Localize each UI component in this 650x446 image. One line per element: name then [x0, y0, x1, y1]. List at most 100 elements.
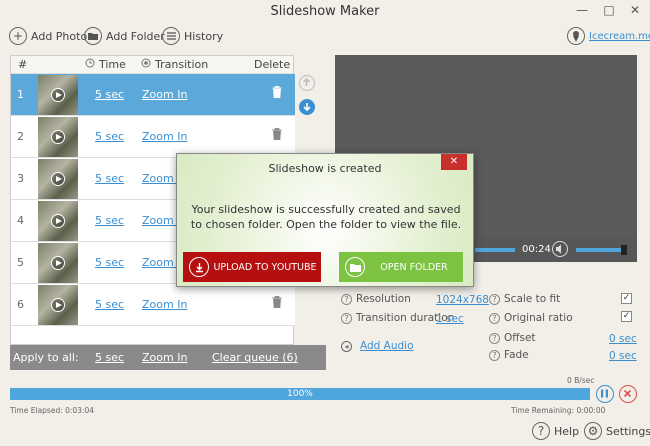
- row-transition-link[interactable]: Zoom In: [142, 298, 187, 311]
- list-item[interactable]: 1 5 sec Zoom In: [11, 74, 295, 116]
- resolution-label: Resolution: [356, 293, 411, 305]
- thumbnail[interactable]: [38, 201, 78, 241]
- close-window-button[interactable]: ✕: [622, 0, 648, 20]
- upload-youtube-button[interactable]: UPLOAD TO YOUTUBE: [183, 252, 321, 282]
- play-icon[interactable]: [51, 88, 65, 102]
- help-icon[interactable]: ?: [489, 312, 500, 324]
- row-time-link[interactable]: 5 sec: [95, 256, 124, 269]
- fade-setting: ? Fade: [489, 349, 529, 361]
- slideshow-created-dialog: Slideshow is created ✕ Your slideshow is…: [176, 153, 474, 287]
- folder-icon: [345, 257, 365, 277]
- list-item[interactable]: 2 5 sec Zoom In: [11, 116, 295, 158]
- clock-icon: [85, 58, 95, 71]
- offset-link[interactable]: 0 sec: [609, 333, 637, 345]
- fade-label: Fade: [504, 349, 529, 361]
- row-transition-link[interactable]: Zoom In: [142, 88, 187, 101]
- close-icon: [623, 389, 632, 398]
- list-item[interactable]: 6 5 sec Zoom In: [11, 284, 295, 326]
- row-time-link[interactable]: 5 sec: [95, 214, 124, 227]
- add-audio-label: Add Audio: [360, 340, 414, 352]
- header-delete: Delete: [254, 58, 291, 71]
- help-button[interactable]: ? Help: [532, 420, 579, 442]
- history-label: History: [184, 29, 224, 43]
- help-icon[interactable]: ?: [489, 349, 500, 361]
- transition-duration-link[interactable]: 1 sec: [436, 313, 464, 325]
- volume-handle[interactable]: [621, 245, 627, 255]
- play-icon[interactable]: [51, 172, 65, 186]
- history-button[interactable]: History: [162, 25, 223, 47]
- header-transition: Transition: [155, 58, 209, 71]
- gear-icon: ⚙: [584, 422, 602, 440]
- trash-icon[interactable]: [272, 128, 282, 140]
- add-folder-button[interactable]: Add Folder: [84, 25, 165, 47]
- folder-icon: [84, 27, 102, 45]
- pause-icon: [601, 389, 608, 398]
- apply-all-label: Apply to all:: [13, 351, 79, 364]
- thumbnail[interactable]: [38, 159, 78, 199]
- row-number: 4: [17, 214, 24, 227]
- seek-bar[interactable]: [475, 248, 515, 252]
- brand-label: Icecream.me: [589, 30, 650, 42]
- resolution-link[interactable]: 1024x768: [436, 294, 489, 306]
- settings-panel: ? Resolution 1024x768 ? Transition durat…: [335, 286, 637, 370]
- thumbnail[interactable]: [38, 285, 78, 325]
- help-icon[interactable]: ?: [489, 293, 500, 305]
- thumbnail[interactable]: [38, 117, 78, 157]
- list-header: # Time Transition Delete: [11, 56, 293, 74]
- settings-button[interactable]: ⚙ Settings: [584, 420, 650, 442]
- thumbnail[interactable]: [38, 75, 78, 115]
- apply-all-time-link[interactable]: 5 sec: [95, 351, 124, 364]
- play-icon[interactable]: [51, 214, 65, 228]
- trash-icon[interactable]: [272, 296, 282, 308]
- settings-label: Settings: [606, 424, 650, 438]
- dialog-message: Your slideshow is successfully created a…: [190, 203, 462, 231]
- header-time: Time: [99, 58, 126, 71]
- help-label: Help: [554, 424, 580, 438]
- volume-icon[interactable]: [552, 241, 568, 257]
- add-audio-button[interactable]: ◂ Add Audio: [341, 340, 414, 352]
- play-icon[interactable]: [51, 130, 65, 144]
- play-icon[interactable]: [51, 298, 65, 312]
- add-photo-button[interactable]: + Add Photo: [9, 25, 87, 47]
- cancel-button[interactable]: [619, 385, 637, 403]
- pause-button[interactable]: [596, 385, 614, 403]
- dialog-close-button[interactable]: ✕: [441, 154, 467, 170]
- clear-queue-link[interactable]: Clear queue (6): [212, 351, 298, 364]
- icecream-icon: [567, 27, 585, 45]
- fade-link[interactable]: 0 sec: [609, 350, 637, 362]
- audio-icon: ◂: [341, 340, 352, 352]
- brand-link[interactable]: Icecream.me: [567, 25, 650, 47]
- scale-setting: ? Scale to fit: [489, 293, 560, 305]
- transition-icon: [141, 58, 151, 71]
- row-transition-link[interactable]: Zoom In: [142, 130, 187, 143]
- help-icon[interactable]: ?: [489, 332, 500, 344]
- plus-icon: +: [9, 27, 27, 45]
- row-time-link[interactable]: 5 sec: [95, 172, 124, 185]
- move-up-button[interactable]: [299, 75, 315, 91]
- row-time-link[interactable]: 5 sec: [95, 130, 124, 143]
- dialog-title: Slideshow is created: [268, 162, 382, 175]
- help-icon[interactable]: ?: [341, 312, 352, 324]
- scale-label: Scale to fit: [504, 293, 561, 305]
- row-time-link[interactable]: 5 sec: [95, 88, 124, 101]
- row-number: 5: [17, 256, 24, 269]
- trash-icon[interactable]: [272, 86, 282, 98]
- play-icon[interactable]: [51, 256, 65, 270]
- scale-checkbox[interactable]: ✓: [621, 293, 632, 304]
- title-bar: Slideshow Maker — □ ✕: [0, 0, 650, 22]
- time-elapsed: Time Elapsed: 0:03:04: [10, 406, 95, 415]
- minimize-button[interactable]: —: [569, 0, 595, 20]
- help-icon[interactable]: ?: [341, 293, 352, 305]
- volume-slider[interactable]: [576, 248, 621, 252]
- original-ratio-label: Original ratio: [504, 312, 573, 324]
- player-time: 00:24: [522, 244, 551, 255]
- original-ratio-checkbox[interactable]: ✓: [621, 311, 632, 322]
- progress-percent: 100%: [287, 389, 313, 399]
- thumbnail[interactable]: [38, 243, 78, 283]
- move-down-button[interactable]: [299, 99, 315, 115]
- open-folder-button[interactable]: OPEN FOLDER: [339, 252, 463, 282]
- row-time-link[interactable]: 5 sec: [95, 298, 124, 311]
- row-number: 1: [17, 88, 24, 101]
- apply-all-transition-link[interactable]: Zoom In: [142, 351, 187, 364]
- maximize-button[interactable]: □: [596, 0, 622, 20]
